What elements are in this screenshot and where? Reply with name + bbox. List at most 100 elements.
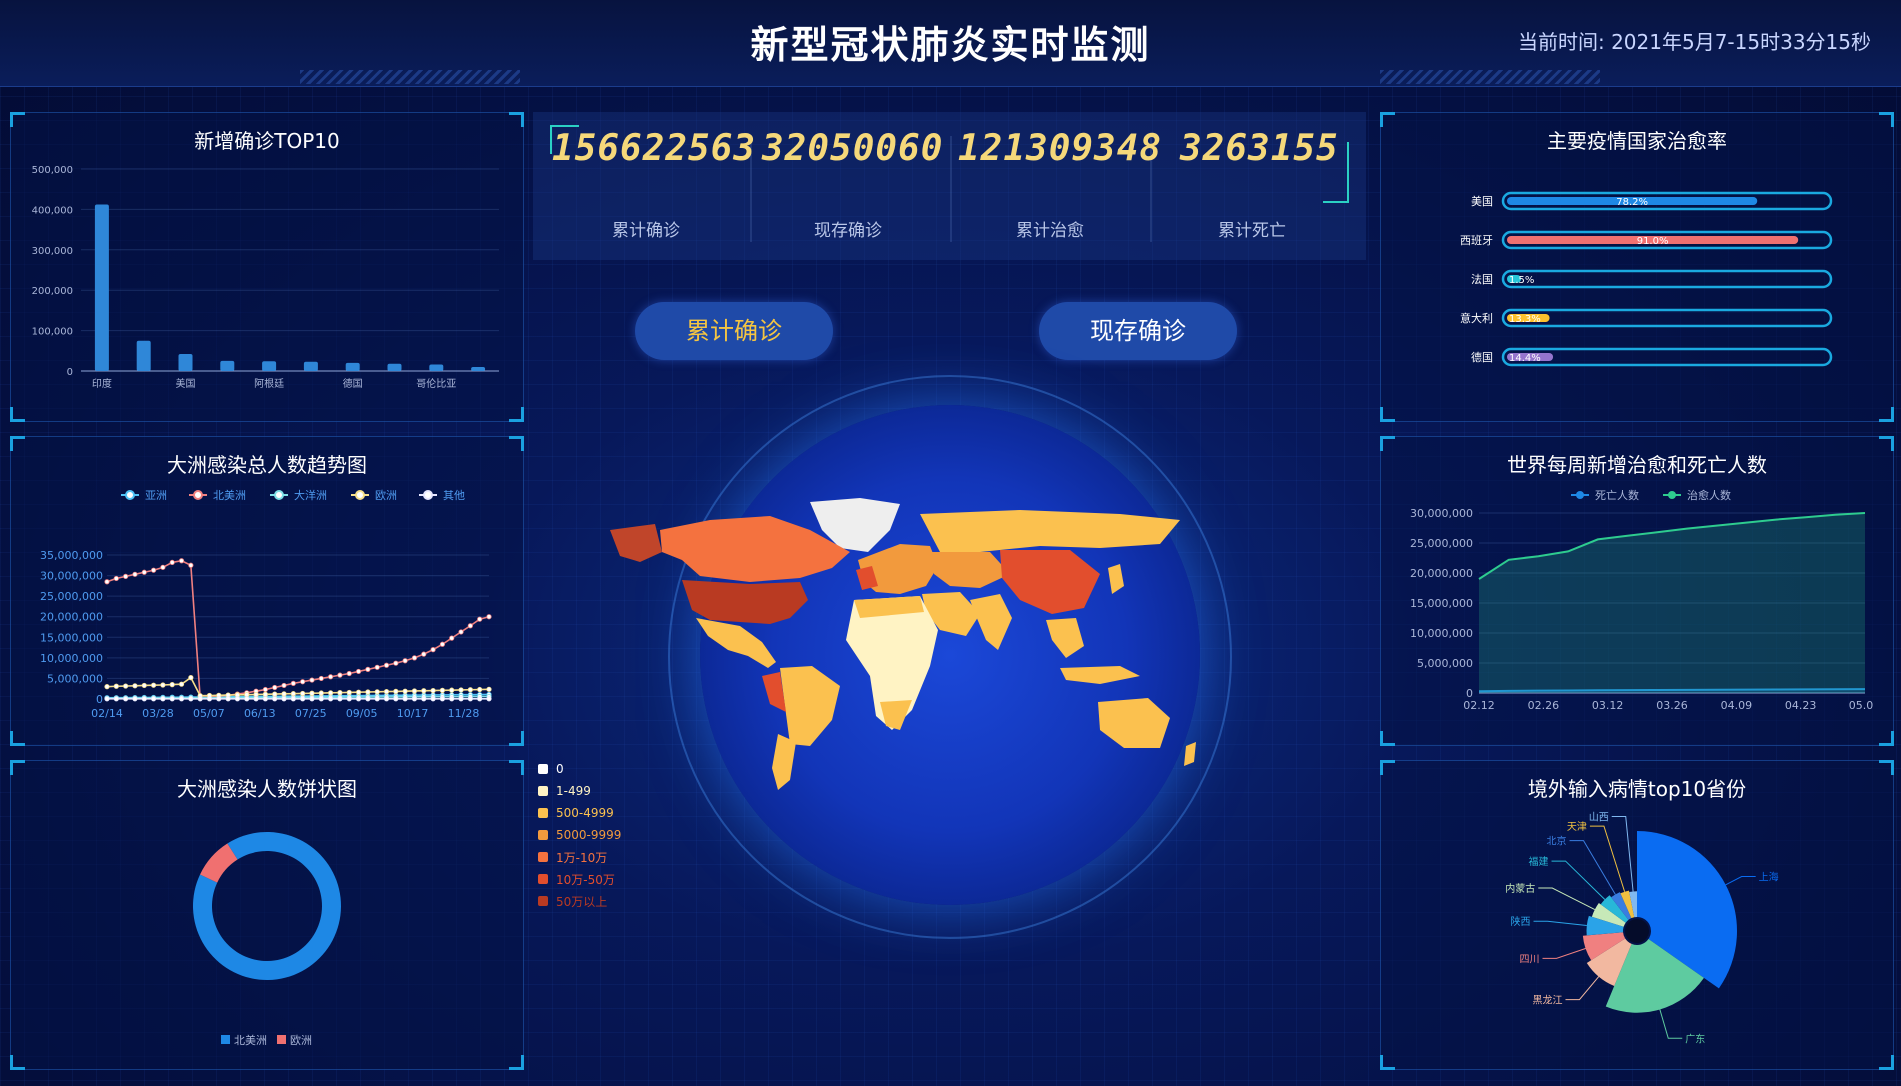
data-point: [309, 677, 315, 683]
category-label: 美国: [1471, 195, 1493, 208]
map-legend-item[interactable]: 50万以上: [538, 890, 621, 912]
data-point: [337, 672, 343, 678]
data-point: [486, 686, 492, 692]
stat-cured-value: 121309348: [958, 128, 1163, 169]
map-alaska: [610, 524, 662, 562]
data-point: [328, 674, 334, 680]
x-tick-label: 05.0: [1849, 699, 1874, 712]
label-leader: [1589, 825, 1626, 892]
panel-weekly: 世界每周新增治愈和死亡人数 0 5,000,000 10,000,000 15,000…: [1380, 436, 1894, 746]
data-point: [402, 658, 408, 664]
map-australia: [1098, 698, 1170, 748]
map-legend-swatch: [538, 786, 548, 796]
data-point: [328, 690, 334, 696]
slice-label: 内蒙古: [1505, 882, 1535, 895]
map-legend-label: 500-4999: [556, 806, 614, 820]
label-leader: [1538, 887, 1596, 911]
data-point: [337, 690, 343, 696]
data-point: [178, 558, 185, 564]
current-button[interactable]: 现存确诊: [1039, 302, 1237, 360]
data-point: [132, 683, 138, 689]
map-central-asia: [930, 552, 1010, 588]
y-tick-label: 200,000: [32, 286, 73, 297]
data-point: [439, 696, 446, 702]
map-legend-swatch: [538, 852, 548, 862]
y-tick-label: 30,000,000: [1410, 507, 1473, 520]
data-point: [178, 696, 185, 702]
data-point: [318, 690, 324, 696]
slice-label: 北京: [1547, 835, 1567, 848]
y-tick-label: 0: [96, 693, 103, 706]
stat-death-label: 累计死亡: [1218, 221, 1286, 241]
map-mexico: [696, 618, 776, 668]
map-legend-item[interactable]: 5000-9999: [538, 824, 621, 846]
label-leader: [1611, 816, 1634, 892]
x-tick-label: 02/14: [91, 707, 123, 720]
data-point: [346, 689, 352, 696]
data-point: [141, 569, 147, 575]
data-point: [477, 686, 483, 693]
world-map[interactable]: [600, 490, 1260, 850]
data-point: [104, 684, 110, 690]
data-point: [300, 679, 306, 685]
data-point: [309, 690, 315, 696]
map-legend-swatch: [538, 874, 548, 884]
x-tick-label: 04.23: [1785, 699, 1817, 712]
data-point: [383, 696, 390, 702]
map-south-africa: [880, 700, 912, 730]
slice-label: 广东: [1685, 1032, 1705, 1045]
category-label: 法国: [1471, 272, 1493, 286]
panel-continent-trend: 大洲感染总人数趋势图 0 5,000,000 10,000,000 15,000,00…: [10, 436, 524, 746]
continent-pie-chart: 北美洲 欧洲: [192, 832, 341, 1047]
data-point: [123, 696, 129, 702]
data-point: [486, 696, 492, 702]
data-point: [355, 689, 362, 695]
bar: [220, 360, 235, 371]
data-point: [365, 689, 371, 695]
label-leader: [1569, 840, 1616, 895]
y-tick-label: 400,000: [32, 205, 73, 216]
y-tick-label: 10,000,000: [1410, 627, 1473, 640]
legend-label: 其他: [443, 489, 465, 502]
weekly-area-chart: 05,000,00010,000,00015,000,00020,000,000…: [1410, 488, 1874, 712]
map-brazil: [780, 666, 840, 746]
data-point: [169, 696, 175, 702]
map-legend-item[interactable]: 1-499: [538, 780, 621, 802]
x-tick-label: 02.12: [1463, 699, 1495, 712]
y-tick-label: 100,000: [32, 327, 73, 338]
map-legend-swatch: [538, 808, 548, 818]
map-legend-label: 0: [556, 762, 564, 776]
current-time: 当前时间: 2021年5月7-15时33分15秒: [1517, 30, 1871, 54]
stat-death-value: 3263155: [1180, 128, 1339, 169]
bar-track: [1501, 269, 1833, 289]
data-point: [160, 682, 166, 688]
data-point: [458, 687, 464, 693]
map-legend-item[interactable]: 10万-50万: [538, 868, 621, 890]
data-point: [383, 688, 390, 695]
data-point: [309, 696, 315, 702]
data-point: [188, 696, 194, 702]
data-point: [458, 629, 464, 635]
map-legend-item[interactable]: 0: [538, 758, 621, 780]
data-point: [467, 623, 473, 629]
slice-label: 福建: [1529, 855, 1549, 868]
label-leader: [1659, 1009, 1683, 1039]
map-legend-label: 1万-10万: [556, 850, 608, 865]
map-legend-item[interactable]: 1万-10万: [538, 846, 621, 868]
slice-label: 山西: [1589, 812, 1609, 824]
category-label: 意大利: [1460, 311, 1493, 325]
data-point: [262, 686, 268, 693]
legend-marker: [423, 490, 433, 500]
data-point: [402, 688, 408, 694]
x-tick-label: 美国: [176, 377, 196, 390]
cumulative-button[interactable]: 累计确诊: [635, 302, 833, 360]
data-point: [262, 691, 268, 697]
panel-cure-rate: 主要疫情国家治愈率 美国 78.2% 西班牙 91.0% 法国 1.5% 意大利 13.3% 德…: [1380, 112, 1894, 422]
data-point: [421, 651, 427, 657]
rose-center: [1625, 919, 1649, 943]
map-legend-item[interactable]: 500-4999: [538, 802, 621, 824]
data-point: [430, 687, 436, 694]
data-point: [439, 687, 446, 693]
data-point: [272, 696, 278, 702]
map-indonesia: [1060, 666, 1140, 684]
